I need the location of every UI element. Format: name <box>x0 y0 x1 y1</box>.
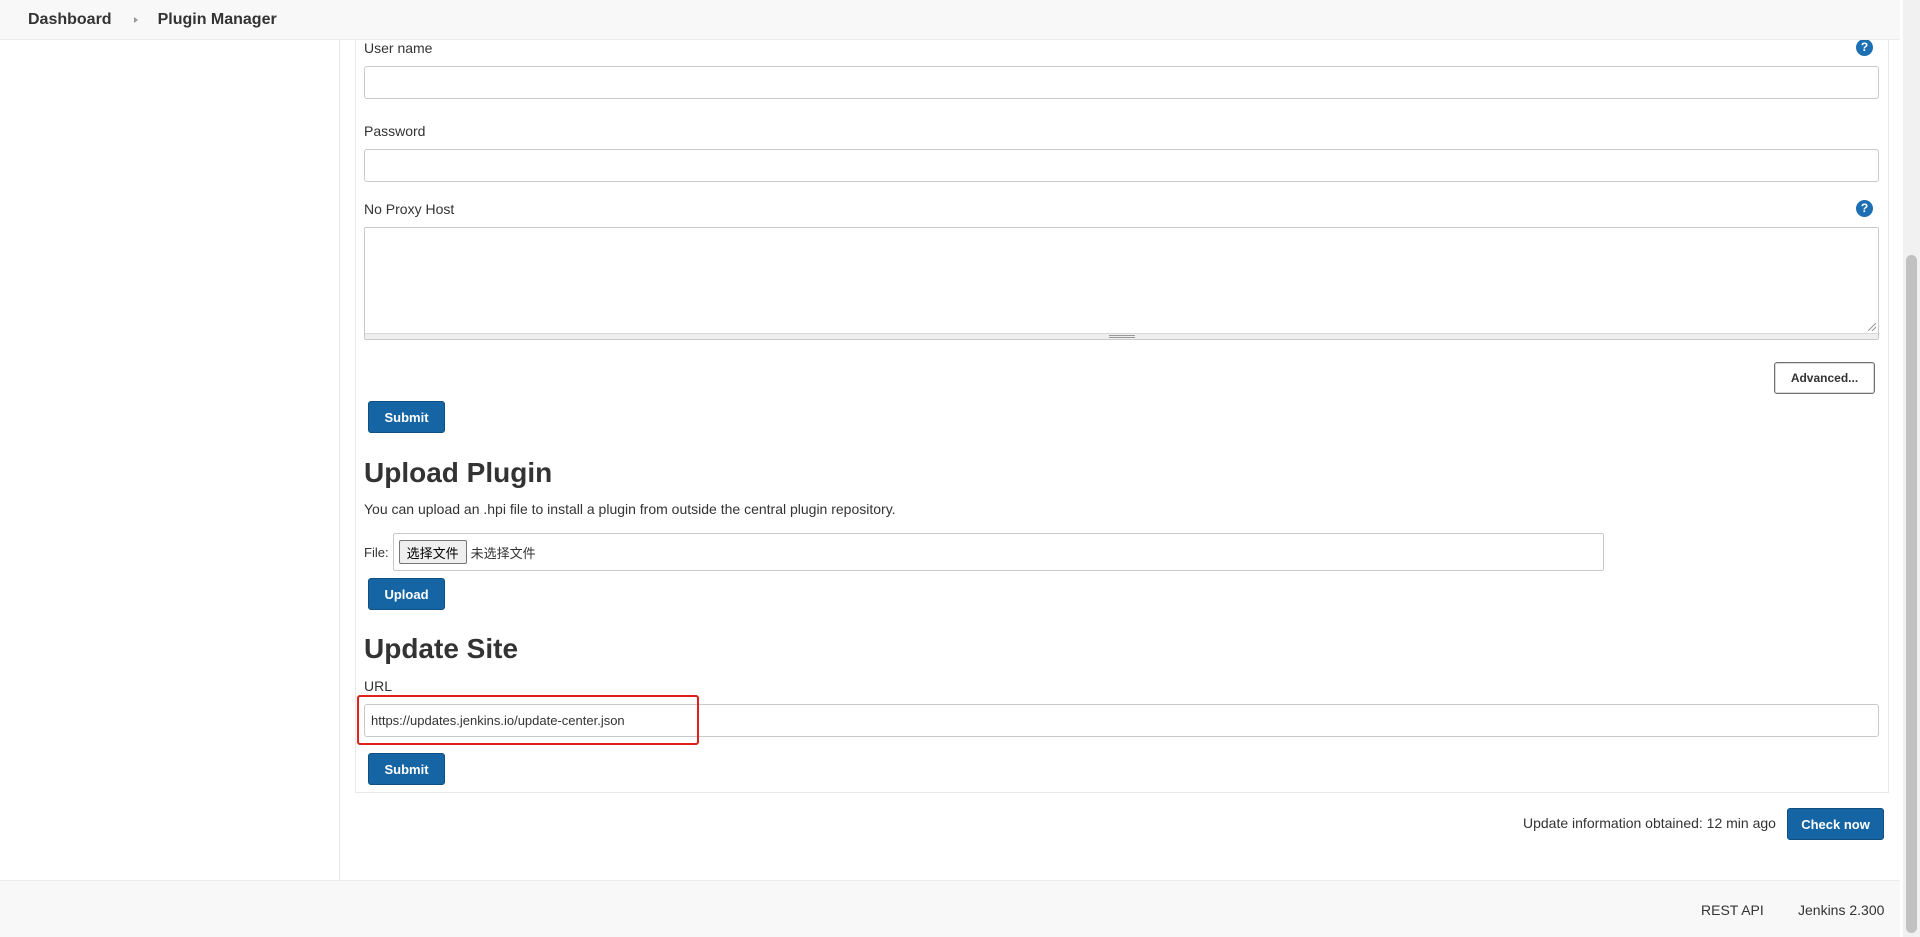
breadcrumb-plugin-manager[interactable]: Plugin Manager <box>158 11 277 29</box>
jenkins-version-link[interactable]: Jenkins 2.300 <box>1798 902 1884 918</box>
file-input[interactable]: 选择文件 未选择文件 <box>392 533 1604 571</box>
no-proxy-host-help-icon[interactable]: ? <box>1856 200 1873 217</box>
password-label: Password <box>364 123 426 139</box>
upload-plugin-title: Upload Plugin <box>364 457 553 488</box>
scrollbar-thumb[interactable] <box>1906 255 1917 933</box>
no-file-chosen-text: 未选择文件 <box>470 546 536 562</box>
resize-corner-icon[interactable] <box>1868 323 1876 331</box>
choose-file-button[interactable]: 选择文件 <box>398 540 467 564</box>
username-input[interactable] <box>364 66 1879 99</box>
grip-lines-icon <box>1108 335 1135 338</box>
proxy-submit-button[interactable]: Submit <box>368 401 445 433</box>
update-site-submit-button[interactable]: Submit <box>368 753 445 785</box>
url-label: URL <box>364 678 393 694</box>
check-now-button[interactable]: Check now <box>1787 808 1884 840</box>
no-proxy-host-textarea[interactable] <box>365 228 1878 334</box>
page-scrollbar[interactable] <box>1903 0 1920 937</box>
username-help-icon[interactable]: ? <box>1856 39 1873 56</box>
side-panel <box>0 40 340 880</box>
breadcrumb-dashboard[interactable]: Dashboard <box>28 11 112 29</box>
update-site-title: Update Site <box>364 633 519 664</box>
page-footer: REST API Jenkins 2.300 <box>0 880 1900 937</box>
no-proxy-host-label: No Proxy Host <box>364 201 455 217</box>
username-label: User name <box>364 40 433 56</box>
breadcrumb: Dashboard Plugin Manager <box>0 0 1900 40</box>
rest-api-link[interactable]: REST API <box>1701 902 1764 918</box>
file-upload-row: File: 选择文件 未选择文件 <box>364 533 1604 571</box>
breadcrumb-chevron-icon <box>133 16 138 23</box>
update-site-url-input[interactable] <box>364 704 1879 737</box>
password-input[interactable] <box>364 149 1879 182</box>
file-label: File: <box>364 544 389 560</box>
upload-button[interactable]: Upload <box>368 578 445 610</box>
upload-plugin-description: You can upload an .hpi file to install a… <box>364 501 896 517</box>
no-proxy-host-field <box>364 227 1879 340</box>
textarea-resize-grip[interactable] <box>365 333 1878 339</box>
advanced-button[interactable]: Advanced... <box>1774 362 1875 394</box>
update-info-status: Update information obtained: 12 min ago <box>1523 815 1776 831</box>
